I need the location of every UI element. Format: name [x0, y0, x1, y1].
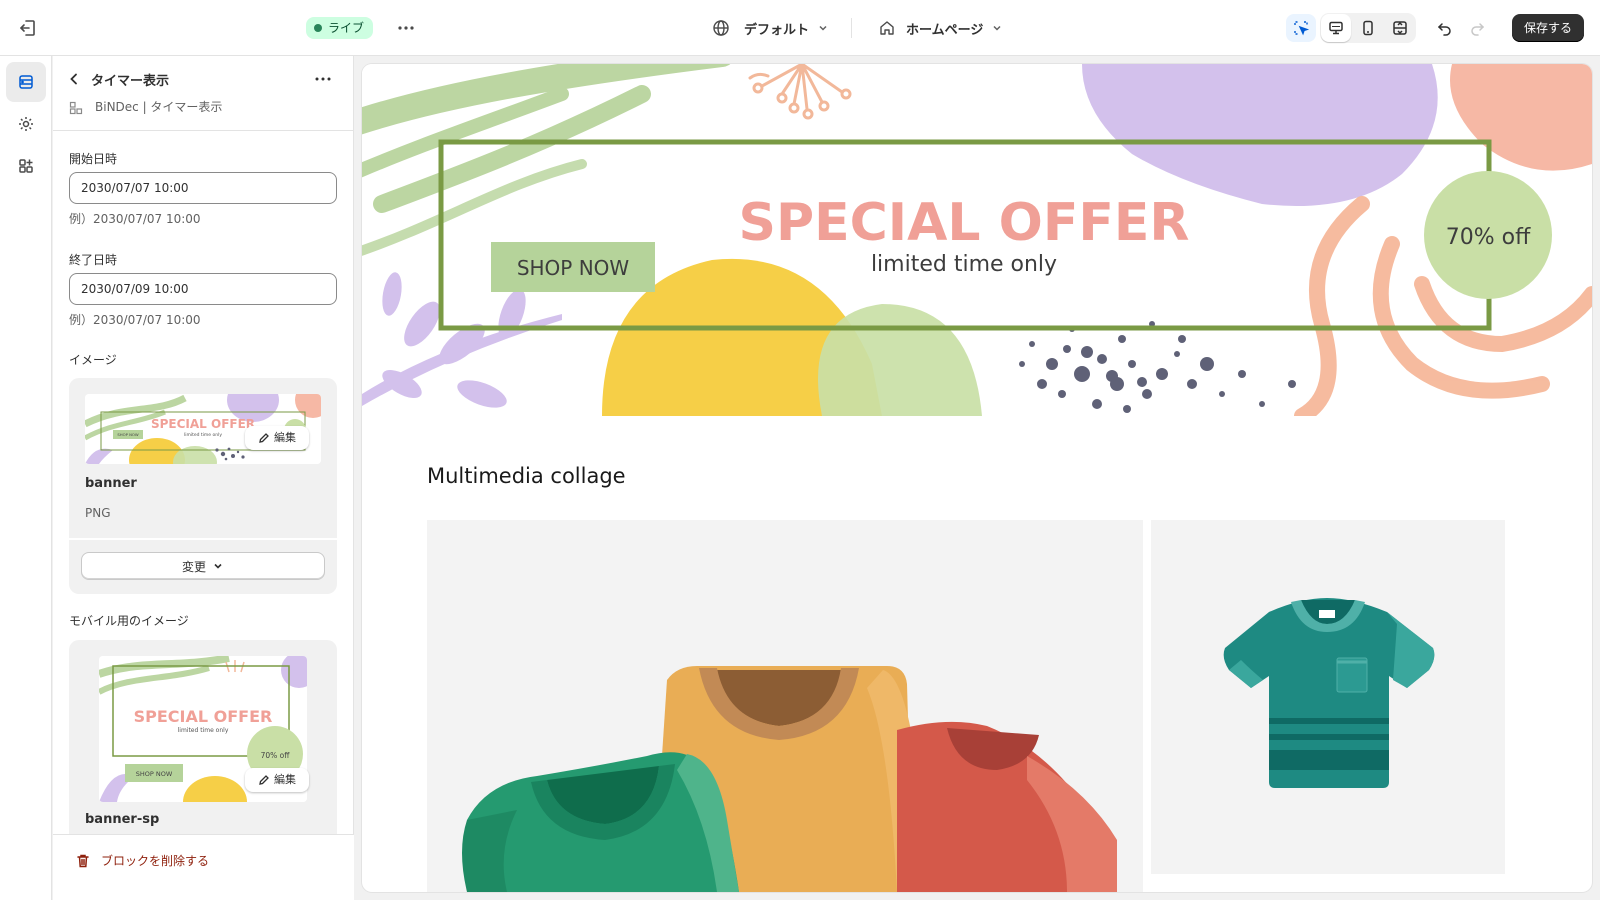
- chevron-down-icon: [819, 25, 827, 31]
- thumb-headline: SPECIAL OFFER: [151, 417, 255, 431]
- thumb-sp-headline: SPECIAL OFFER: [134, 707, 273, 726]
- apps-icon: [19, 159, 33, 173]
- top-bar-divider: [851, 18, 852, 38]
- image-edit-button[interactable]: 編集: [245, 426, 309, 450]
- page-select-label: ホームページ: [906, 22, 984, 38]
- sidebar-rail: [0, 56, 52, 900]
- sections-button[interactable]: [6, 62, 46, 102]
- ellipsis-icon: [315, 77, 331, 81]
- start-date-input[interactable]: 2030/07/07 10:00: [69, 172, 337, 204]
- banner-cta[interactable]: SHOP NOW: [517, 256, 630, 280]
- mobile-image-label: モバイル用のイメージ: [69, 614, 189, 628]
- live-dot-icon: [314, 24, 322, 32]
- top-bar: ライブ デフォルト ホームページ 保存する: [0, 0, 1600, 56]
- image-change-button[interactable]: 変更: [81, 552, 325, 580]
- mobile-image-file-name: banner-sp: [85, 812, 160, 827]
- save-button[interactable]: 保存する: [1512, 14, 1584, 42]
- delete-block-button[interactable]: ブロックを削除する: [75, 852, 209, 869]
- thumb-sp-cta: SHOP NOW: [136, 770, 173, 778]
- start-date-label: 開始日時: [69, 152, 118, 166]
- fullwidth-view-button[interactable]: [1385, 14, 1415, 42]
- app-block-icon: [69, 100, 83, 115]
- image-picker-card: SPECIAL OFFER limited time only SHOP NOW…: [69, 378, 337, 594]
- card-divider: [69, 538, 337, 540]
- theme-settings-button[interactable]: [6, 104, 46, 144]
- start-date-help: 例）2030/07/07 10:00: [69, 212, 201, 226]
- collage-image-small[interactable]: [1151, 520, 1505, 874]
- mobile-image-edit-label: 編集: [274, 773, 296, 786]
- page-select[interactable]: ホームページ: [878, 16, 1003, 40]
- image-edit-label: 編集: [274, 431, 296, 444]
- chevron-down-icon: [993, 25, 1001, 31]
- banner-badge: 70% off: [1446, 225, 1531, 250]
- banner-artwork: SHOP NOW SPECIAL OFFER limited time only…: [362, 64, 1592, 416]
- more-options-button[interactable]: [394, 16, 418, 40]
- collage-title: Multimedia collage: [427, 464, 626, 488]
- end-date-label: 終了日時: [69, 253, 118, 267]
- mobile-image-picker-card: SPECIAL OFFER limited time only 70% off …: [69, 640, 337, 834]
- collage-image-large[interactable]: [427, 520, 1143, 892]
- tshirt-illustration: [1151, 520, 1505, 874]
- desktop-icon: [1329, 21, 1343, 35]
- panel-header: タイマー表示 BiNDec | タイマー表示: [53, 56, 354, 131]
- timer-banner[interactable]: SHOP NOW SPECIAL OFFER limited time only…: [362, 64, 1592, 416]
- thumb-sp-subline: limited time only: [178, 727, 229, 734]
- panel-title: タイマー表示: [91, 74, 170, 89]
- inspector-button[interactable]: [1286, 14, 1316, 42]
- globe-icon: [713, 20, 729, 36]
- delete-block-label: ブロックを削除する: [101, 854, 210, 868]
- thumb-cta: SHOP NOW: [117, 432, 139, 437]
- back-button[interactable]: [64, 69, 84, 89]
- theme-select[interactable]: デフォルト: [712, 16, 829, 40]
- redo-icon: [1471, 23, 1485, 36]
- end-date-input[interactable]: 2030/07/09 10:00: [69, 273, 337, 305]
- live-status-badge: ライブ: [306, 17, 374, 39]
- thumb-sp-badge: 70% off: [261, 751, 291, 760]
- thumb-subline: limited time only: [184, 432, 222, 438]
- undo-button[interactable]: [1430, 14, 1460, 42]
- redo-button[interactable]: [1462, 14, 1492, 42]
- theme-select-label: デフォルト: [744, 22, 810, 38]
- mobile-icon: [1363, 20, 1373, 36]
- mobile-image-edit-button[interactable]: 編集: [245, 768, 309, 792]
- home-icon: [880, 21, 894, 35]
- chevron-down-icon: [214, 563, 222, 569]
- viewport-switcher: [1320, 13, 1416, 43]
- theme-preview: SHOP NOW SPECIAL OFFER limited time only…: [362, 64, 1592, 892]
- panel-footer: ブロックを削除する: [53, 834, 354, 900]
- block-settings-panel: タイマー表示 BiNDec | タイマー表示 開始日時 2030/07/07 1…: [53, 56, 354, 900]
- image-file-name: banner: [85, 476, 137, 491]
- gear-icon: [19, 117, 33, 131]
- undo-icon: [1437, 23, 1451, 36]
- image-file-type: PNG: [85, 506, 111, 520]
- exit-icon[interactable]: [16, 16, 40, 40]
- end-date-help: 例）2030/07/07 10:00: [69, 313, 201, 327]
- mobile-view-button[interactable]: [1353, 14, 1383, 42]
- sections-icon: [19, 75, 33, 89]
- desktop-view-button[interactable]: [1321, 14, 1351, 42]
- banner-subline: limited time only: [871, 252, 1057, 277]
- sweaters-illustration: [427, 520, 1143, 892]
- live-status-label: ライブ: [328, 21, 365, 35]
- select-cursor-icon: [1294, 21, 1310, 36]
- image-change-label: 変更: [181, 559, 206, 574]
- breadcrumb: BiNDec | タイマー表示: [95, 100, 223, 114]
- pencil-icon: [259, 775, 269, 785]
- chevron-left-icon: [70, 73, 77, 85]
- expand-icon: [1393, 21, 1407, 35]
- apps-button[interactable]: [6, 146, 46, 186]
- image-label: イメージ: [69, 353, 117, 367]
- panel-more-button[interactable]: [311, 69, 335, 89]
- trash-icon: [77, 854, 89, 867]
- pencil-icon: [259, 433, 269, 443]
- banner-headline: SPECIAL OFFER: [739, 193, 1190, 253]
